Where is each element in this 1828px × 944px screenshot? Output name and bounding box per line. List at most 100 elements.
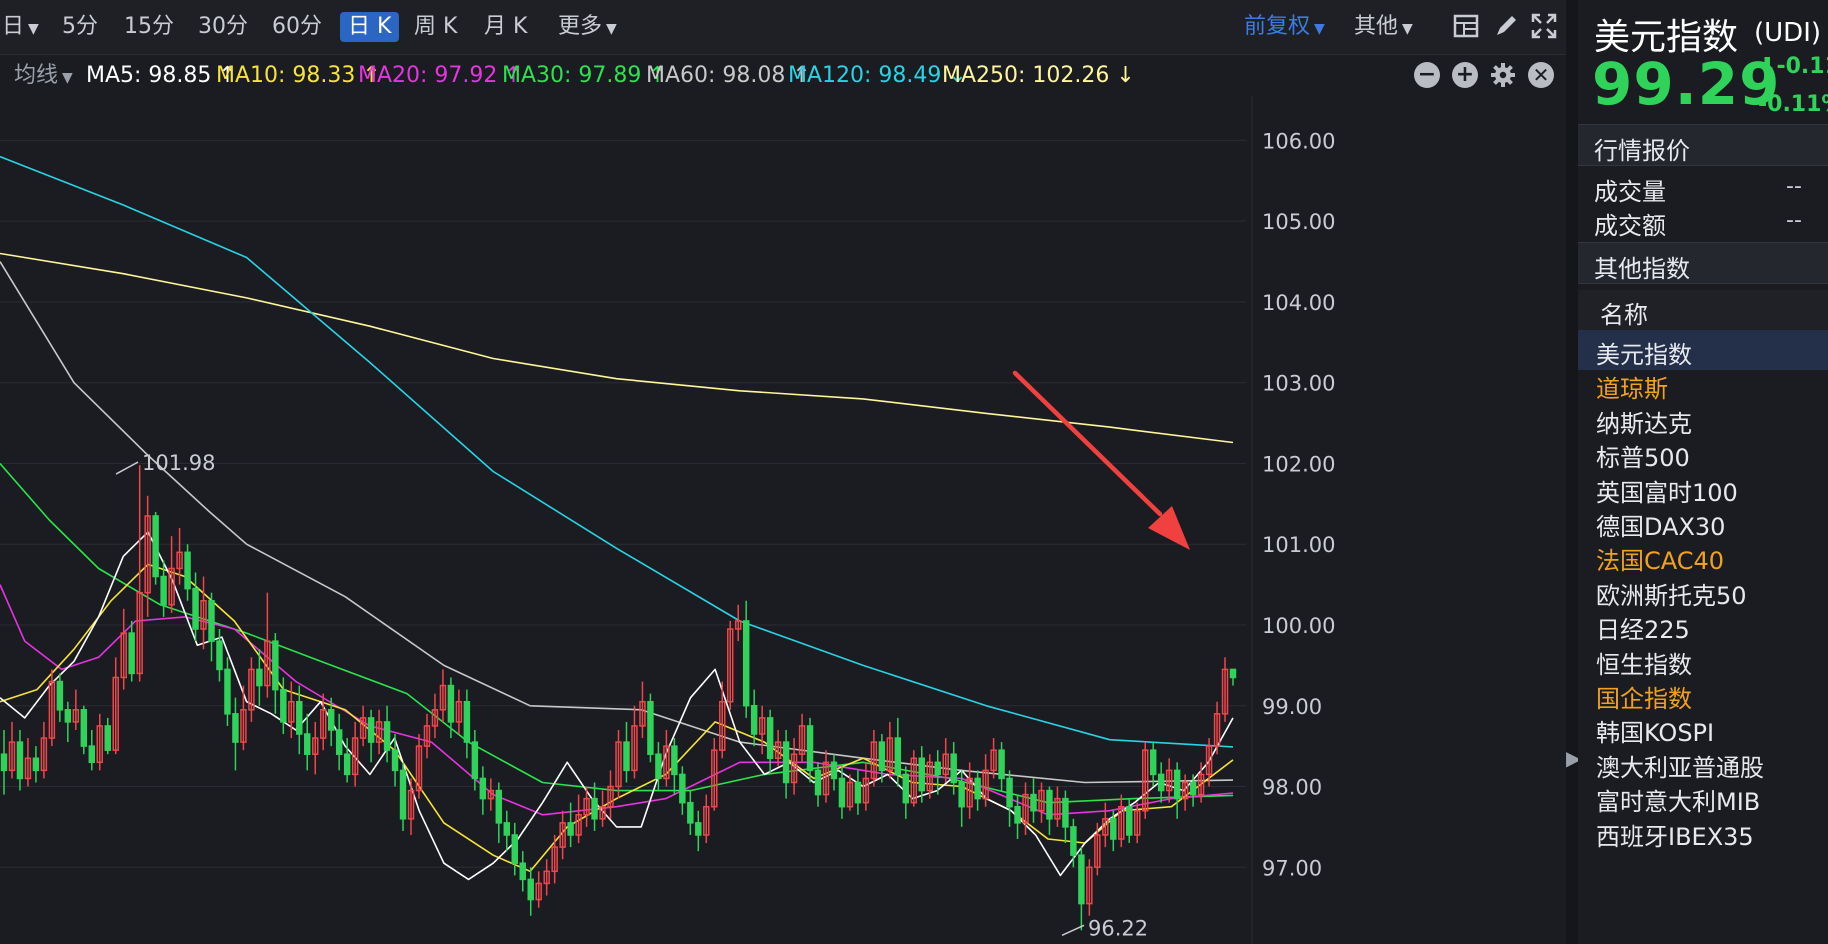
y-tick-label: 99.00	[1262, 695, 1322, 719]
index-code: (UDI)	[1754, 18, 1822, 48]
candle-body	[447, 684, 455, 723]
other-dropdown[interactable]: 其他 ▼	[1354, 12, 1413, 44]
period-tab-0[interactable]: 日 ▼	[2, 12, 39, 44]
period-tab-7[interactable]: 月 K	[484, 12, 527, 42]
candle-body	[511, 834, 518, 864]
chevron-down-icon: ▼	[28, 21, 39, 37]
candle-body	[1006, 777, 1013, 808]
zoom-in-icon[interactable]: +	[1452, 62, 1478, 88]
ma-legend-bar: 均线 ▼ MA5: 98.85 ↑ MA10: 98.33 ↑ MA20: 97.92…	[0, 56, 1576, 96]
candle-body	[894, 737, 902, 776]
candle-body	[216, 640, 223, 671]
period-tab-label: 15分	[124, 14, 174, 39]
period-tab-8[interactable]: 更多 ▼	[558, 12, 617, 44]
candle-body	[224, 668, 231, 715]
candle-body	[974, 777, 981, 800]
candle-body	[367, 717, 375, 743]
kline-chart[interactable]: 106.00 105.00 104.00 103.00 102.00 101.00 100.…	[0, 96, 1566, 944]
turnover-label: 成交额	[1594, 212, 1666, 240]
candle-body	[327, 709, 335, 731]
candle-body	[687, 801, 694, 824]
chevron-down-icon: ▼	[62, 70, 73, 86]
ma-legend-item: MA60: 98.08 ↑	[646, 63, 811, 88]
candle-body	[527, 878, 534, 901]
candle-body	[192, 587, 199, 630]
panel-divider[interactable]	[1566, 0, 1578, 944]
candle-body	[519, 862, 526, 881]
volume-value: --	[1786, 174, 1802, 199]
period-tab-4[interactable]: 60分	[272, 12, 322, 42]
candle-body	[1229, 668, 1237, 679]
quote-section-label: 行情报价	[1594, 137, 1690, 165]
ma60-line	[0, 261, 1234, 784]
period-tab-label: 5分	[62, 14, 98, 39]
candle-body	[56, 680, 64, 711]
other-index-section-header: 其他指数	[1578, 242, 1828, 284]
ma250-line	[0, 252, 1234, 444]
period-tab-1[interactable]: 5分	[62, 12, 98, 42]
candle-body	[679, 773, 686, 804]
candle-body	[232, 713, 239, 743]
candle-body	[343, 753, 351, 776]
candle-body	[479, 777, 487, 800]
period-tab-label: 月 K	[484, 14, 528, 39]
period-tab-label: 更多	[558, 14, 603, 39]
period-tab-5[interactable]: 日 K	[340, 12, 400, 42]
period-tab-3[interactable]: 30分	[198, 12, 248, 42]
ma-type-label: 均线	[14, 63, 59, 88]
candle-body	[934, 761, 941, 776]
candle-body	[782, 741, 790, 784]
y-tick-label: 97.00	[1262, 856, 1322, 880]
candle-body	[1046, 789, 1053, 820]
candle-body	[471, 741, 479, 780]
y-tick-label: 103.00	[1262, 372, 1335, 396]
candle-body	[335, 729, 343, 755]
candle-body	[750, 705, 758, 735]
candle-body	[1157, 773, 1165, 792]
candle-body	[998, 749, 1005, 780]
period-tab-label: 30分	[198, 14, 248, 39]
candle-body	[503, 822, 511, 836]
ma-legend-item: MA10: 98.33 ↑	[216, 63, 381, 88]
ma-legend-item: MA30: 97.89 ↑	[502, 63, 667, 88]
candle-body	[88, 745, 96, 764]
candle-body	[16, 741, 24, 780]
chevron-down-icon: ▼	[1314, 21, 1325, 37]
candle-body	[32, 757, 40, 772]
y-tick-label: 102.00	[1262, 452, 1335, 476]
period-tab-label: 日	[2, 14, 25, 39]
zoom-out-icon[interactable]: −	[1414, 62, 1440, 88]
close-icon[interactable]: ✕	[1528, 62, 1554, 88]
down-arrow-icon: ⬇	[1758, 54, 1777, 79]
candle-body	[1126, 805, 1133, 836]
turnover-value: --	[1786, 208, 1802, 233]
ma-type-dropdown[interactable]: 均线 ▼	[14, 61, 73, 93]
layout-grid-icon[interactable]	[1452, 12, 1480, 40]
candle-body	[950, 753, 957, 784]
draw-pen-icon[interactable]	[1492, 12, 1520, 40]
candle-body	[591, 797, 598, 820]
period-tab-2[interactable]: 15分	[124, 12, 174, 42]
candle-body	[878, 741, 886, 772]
candle-body	[918, 757, 925, 792]
settings-gear-icon[interactable]	[1490, 62, 1516, 88]
candle-body	[104, 725, 111, 751]
low-label: 96.22	[1088, 916, 1148, 940]
period-tab-6[interactable]: 周 K	[414, 12, 457, 42]
y-tick-label: 105.00	[1262, 210, 1335, 234]
candle-body	[463, 700, 471, 743]
candle-body	[399, 769, 407, 820]
candle-body	[391, 749, 399, 772]
candle-body	[902, 773, 910, 804]
last-price: 99.29	[1592, 50, 1781, 118]
name-header-label: 名称	[1600, 301, 1648, 329]
adjust-dropdown[interactable]: 前复权 ▼	[1244, 12, 1325, 44]
quote-section-header: 行情报价	[1578, 124, 1828, 166]
fullscreen-icon[interactable]	[1530, 12, 1558, 40]
index-list-item[interactable]: 西班牙IBEX35	[1578, 812, 1828, 852]
y-tick-label: 106.00	[1262, 129, 1335, 153]
candle-body	[623, 741, 630, 772]
candle-body	[958, 781, 965, 808]
y-tick-label: 104.00	[1262, 291, 1335, 315]
volume-label: 成交量	[1594, 178, 1666, 206]
